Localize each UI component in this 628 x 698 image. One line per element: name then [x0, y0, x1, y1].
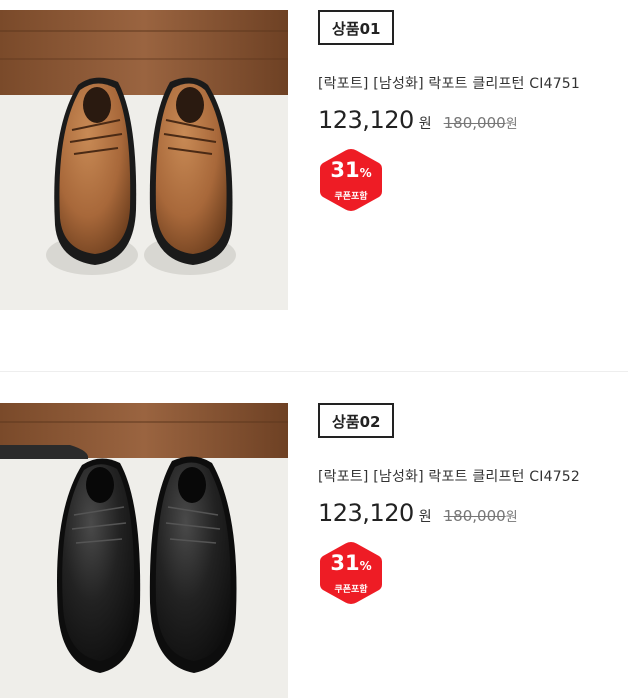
product-card[interactable]: 상품02 [락포트] [남성화] 락포트 클리프턴 CI4752 123,120…	[0, 373, 628, 698]
coupon-included-label: 쿠폰포함	[334, 585, 368, 595]
product-card[interactable]: 상품01 [락포트] [남성화] 락포트 클리프턴 CI4751 123,120…	[0, 0, 628, 372]
discount-percent: 31	[330, 551, 360, 575]
percent-symbol: %	[359, 166, 372, 180]
original-price-unit: 원	[505, 117, 518, 132]
sale-price-unit: 원	[418, 509, 432, 525]
original-price: 180,000원	[444, 506, 518, 525]
product-number-badge: 상품02	[318, 403, 395, 438]
product-name[interactable]: [락포트] [남성화] 락포트 클리프턴 CI4752	[318, 466, 628, 486]
original-price-value: 180,000	[443, 114, 506, 132]
percent-symbol: %	[359, 559, 372, 573]
price-row: 123,120 원 180,000원	[318, 106, 628, 134]
original-price: 180,000원	[444, 113, 518, 132]
original-price-value: 180,000	[443, 507, 506, 525]
product-number-badge: 상품01	[318, 10, 395, 45]
discount-badge: 31% 쿠폰포함	[318, 541, 384, 605]
coupon-included-label: 쿠폰포함	[334, 192, 368, 202]
sale-price: 123,120	[318, 499, 414, 527]
product-name[interactable]: [락포트] [남성화] 락포트 클리프턴 CI4751	[318, 73, 628, 93]
discount-badge: 31% 쿠폰포함	[318, 148, 384, 212]
original-price-unit: 원	[505, 510, 518, 525]
divider	[0, 371, 628, 372]
product-image[interactable]	[0, 10, 288, 310]
discount-percent: 31	[330, 158, 360, 182]
sale-price-unit: 원	[418, 116, 432, 132]
product-image[interactable]	[0, 403, 288, 698]
sale-price: 123,120	[318, 106, 414, 134]
price-row: 123,120 원 180,000원	[318, 499, 628, 527]
